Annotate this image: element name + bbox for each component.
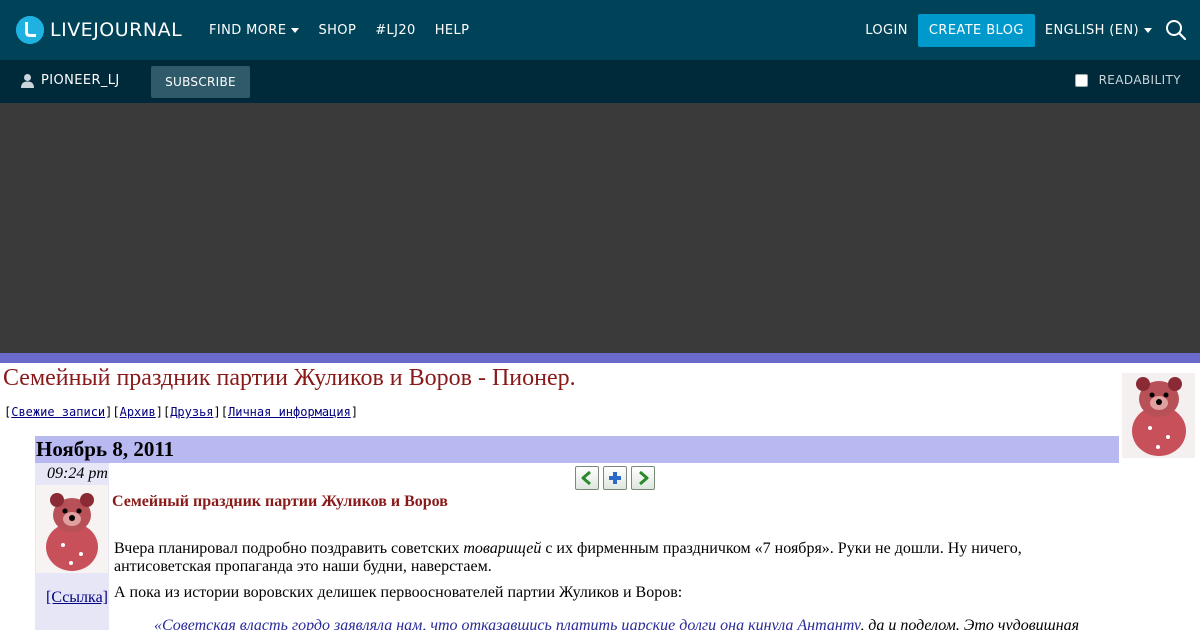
readability-toggle[interactable]: READABILITY — [1074, 73, 1181, 87]
entry-time: 09:24 pm — [47, 465, 108, 482]
nav-lj20-label: #LJ20 — [375, 22, 416, 38]
user-icon — [21, 74, 34, 88]
journal-user-link[interactable]: PIONEER_LJ — [20, 73, 120, 88]
lj-header: LIVEJOURNAL FIND MORE SHOP #LJ20 HELP LO… — [0, 0, 1200, 60]
entry-quote-rest: , да и поделом. Это чудовищная — [860, 617, 1080, 630]
nav-help-label: HELP — [434, 22, 470, 38]
create-blog-button[interactable]: CREATE BLOG — [917, 13, 1035, 47]
journal-title: Семейный праздник партии Жуликов и Воров… — [3, 365, 576, 391]
nav-find-more-label: FIND MORE — [209, 22, 287, 38]
main-nav: FIND MORE SHOP #LJ20 HELP — [209, 0, 488, 60]
readability-label: READABILITY — [1098, 73, 1181, 87]
nav-recent-entries[interactable]: Свежие записи — [11, 405, 105, 419]
journal-userpic[interactable] — [1122, 373, 1195, 458]
previous-entry-button[interactable] — [575, 466, 599, 490]
login-link[interactable]: LOGIN — [865, 23, 908, 38]
language-selector[interactable]: ENGLISH (EN) — [1045, 23, 1152, 38]
header-actions: LOGIN CREATE BLOG ENGLISH (EN) — [865, 0, 1200, 60]
livejournal-logo-icon — [16, 16, 44, 44]
nav-lj20[interactable]: #LJ20 — [375, 23, 416, 38]
nav-find-more[interactable]: FIND MORE — [209, 22, 300, 38]
arrow-left-icon — [581, 470, 591, 486]
subscribe-button[interactable]: SUBSCRIBE — [151, 66, 250, 98]
ad-banner-area — [0, 103, 1200, 353]
chevron-down-icon — [1144, 27, 1152, 33]
entry-date: Ноябрь 8, 2011 — [36, 437, 175, 461]
journal-nav: [Свежие записи]​[Архив]​[Друзья]​[Личная… — [4, 405, 359, 419]
entry-userpic[interactable] — [36, 485, 108, 573]
nav-shop-label: SHOP — [318, 22, 357, 38]
language-label: ENGLISH (EN) — [1044, 22, 1139, 38]
journal-username: PIONEER_LJ — [41, 73, 120, 88]
entry-paragraph-2: А пока из истории воровских делишек перв… — [114, 584, 683, 601]
entry-p1-emphasis: товарищей — [463, 540, 542, 557]
add-to-memories-button[interactable] — [603, 466, 627, 490]
nav-archive[interactable]: Архив — [120, 405, 156, 419]
nav-shop[interactable]: SHOP — [318, 23, 356, 38]
entry-p1-start: Вчера планировал подробно поздравить сов… — [114, 540, 464, 557]
entry-permalink[interactable]: [Ссылка] — [46, 589, 108, 607]
entry-paragraph-1: Вчера планировал подробно поздравить сов… — [114, 540, 1054, 576]
entry-subject: Семейный праздник партии Жуликов и Воров — [112, 493, 448, 510]
livejournal-logo[interactable]: LIVEJOURNAL — [16, 15, 182, 45]
journal-subbar: PIONEER_LJ SUBSCRIBE READABILITY — [0, 60, 1200, 103]
entry-nav-arrows — [575, 466, 659, 490]
entry-quote-link[interactable]: «Советская власть гордо заявляла нам, чт… — [154, 617, 860, 630]
plus-icon — [609, 472, 621, 484]
entry-date-bar — [35, 436, 1119, 463]
nav-friends[interactable]: Друзья — [170, 405, 213, 419]
search-icon[interactable] — [1164, 18, 1188, 42]
readability-checkbox[interactable] — [1074, 73, 1088, 87]
nav-profile[interactable]: Личная информация — [228, 405, 351, 419]
journal-top-stripe — [0, 353, 1200, 363]
next-entry-button[interactable] — [631, 466, 655, 490]
arrow-right-icon — [639, 470, 649, 486]
logo-text: LIVEJOURNAL — [50, 19, 183, 41]
nav-help[interactable]: HELP — [435, 23, 470, 38]
chevron-down-icon — [291, 27, 300, 33]
entry-quote: «Советская власть гордо заявляла нам, чт… — [154, 617, 1079, 630]
